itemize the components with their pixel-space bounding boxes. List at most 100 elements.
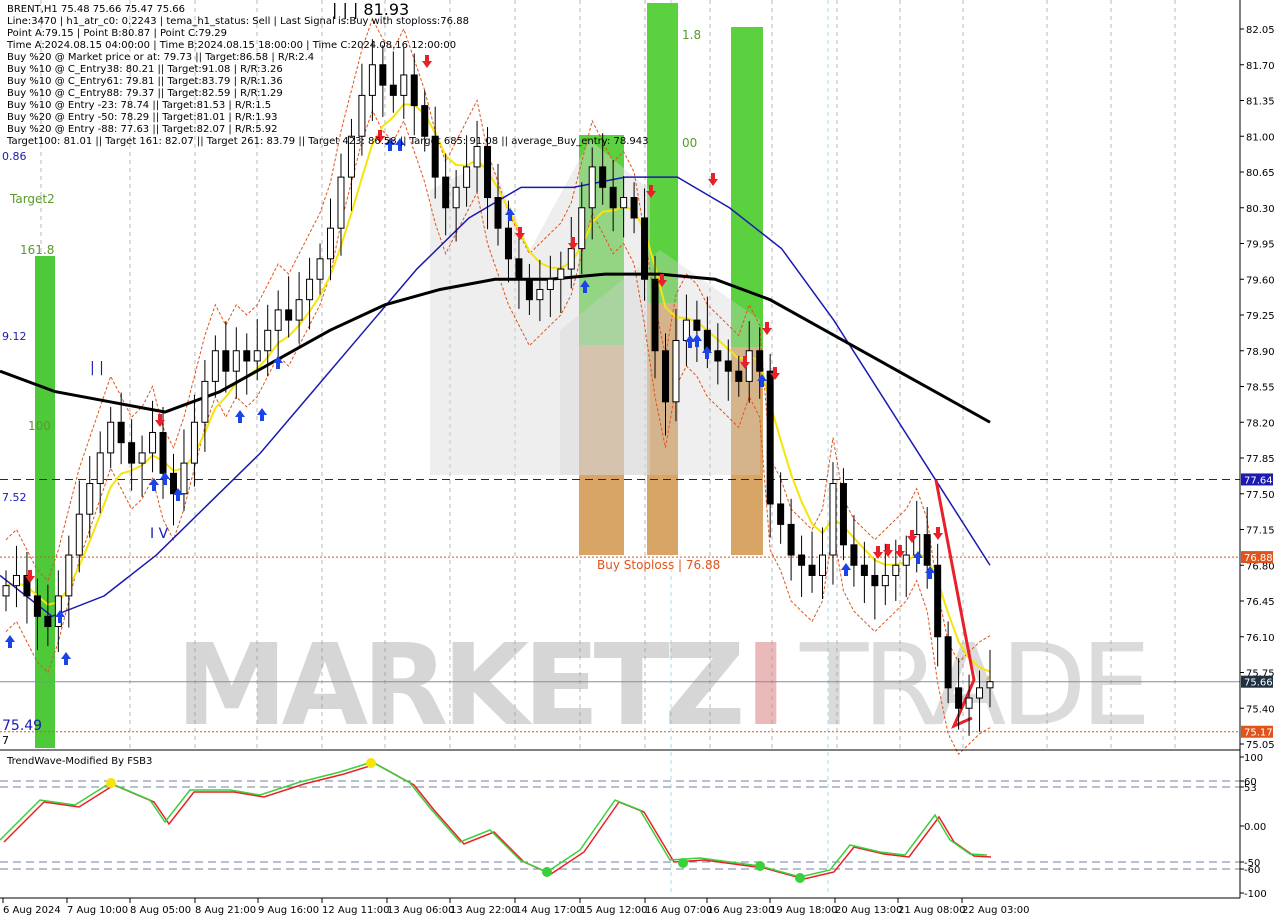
price-tick-label: 78.20 (1246, 418, 1275, 429)
candle-body[interactable] (169, 472, 177, 495)
candle-body[interactable] (494, 197, 502, 229)
candle-body[interactable] (787, 523, 795, 556)
candle-body[interactable] (557, 268, 565, 280)
candle-body[interactable] (892, 564, 900, 576)
candle-body[interactable] (745, 350, 753, 382)
candle-body[interactable] (442, 176, 450, 209)
candle-body[interactable] (661, 350, 669, 403)
price-tick-label: 80.30 (1246, 204, 1275, 215)
candle-body[interactable] (808, 564, 816, 576)
candle-body[interactable] (96, 452, 104, 485)
candle-body[interactable] (222, 350, 230, 372)
fib-label: 9.12 (2, 330, 27, 343)
candle-body[interactable] (243, 350, 251, 362)
candle-body[interactable] (264, 329, 272, 352)
candle-body[interactable] (12, 574, 20, 587)
candle-body[interactable] (881, 574, 889, 587)
time-tick-label: 16 Aug 23:00 (707, 905, 774, 916)
candle-body[interactable] (651, 278, 659, 352)
candle-body[interactable] (65, 554, 73, 597)
candle-body[interactable] (965, 697, 973, 709)
candle-body[interactable] (766, 370, 774, 505)
chart-window[interactable]: MARKETZ I TRADE | | | 81.93 | | I V Target2 16… (0, 0, 1280, 920)
candle-body[interactable] (75, 513, 83, 556)
symbol-title: BRENT,H1 75.48 75.66 75.47 75.66 (7, 4, 186, 15)
candle-body[interactable] (777, 503, 785, 525)
signal-dot-icon (366, 758, 376, 768)
candle-body[interactable] (839, 483, 847, 546)
candle-body[interactable] (724, 360, 732, 372)
candle-body[interactable] (190, 421, 198, 464)
info-line: Buy %20 @ Entry -88: 77.63 || Target:82.… (7, 124, 278, 135)
info-line: Time A:2024.08.15 04:00:00 | Time B:2024… (7, 40, 457, 51)
candle-body[interactable] (504, 227, 512, 260)
candle-body[interactable] (714, 350, 722, 362)
candle-body[interactable] (902, 554, 910, 566)
candle-body[interactable] (180, 462, 188, 495)
candle-body[interactable] (515, 258, 523, 280)
candle-body[interactable] (149, 431, 157, 454)
price-tick-label: 79.60 (1246, 275, 1275, 286)
candle-body[interactable] (484, 145, 492, 199)
candle-body[interactable] (316, 258, 324, 280)
candle-body[interactable] (934, 564, 942, 638)
candle-body[interactable] (609, 186, 617, 209)
candle-body[interactable] (2, 585, 10, 597)
candle-body[interactable] (274, 309, 282, 331)
candle-body[interactable] (850, 544, 858, 566)
candle-body[interactable] (159, 431, 167, 474)
time-tick-label: 22 Aug 03:00 (962, 905, 1029, 916)
candle-body[interactable] (986, 681, 994, 689)
candle-body[interactable] (117, 421, 125, 444)
candle-body[interactable] (232, 350, 240, 372)
candle-body[interactable] (672, 340, 680, 403)
candle-body[interactable] (944, 636, 952, 689)
candle-body[interactable] (306, 278, 314, 301)
candle-body[interactable] (327, 227, 335, 260)
time-tick-label: 16 Aug 07:00 (645, 905, 712, 916)
indicator-panel[interactable]: TrendWave-Modified By FSB3 (0, 749, 1240, 883)
candle-body[interactable] (201, 380, 209, 423)
candle-body[interactable] (138, 452, 146, 464)
candle-body[interactable] (693, 319, 701, 331)
candle-body[interactable] (536, 288, 544, 301)
time-tick-label: 7 Aug 10:00 (67, 905, 128, 916)
candle-body[interactable] (295, 299, 303, 321)
candle-body[interactable] (86, 483, 94, 515)
candle-body[interactable] (735, 370, 743, 382)
candle-body[interactable] (525, 278, 533, 301)
candle-body[interactable] (44, 615, 52, 628)
candle-body[interactable] (33, 595, 41, 617)
candle-body[interactable] (620, 197, 628, 209)
candle-body[interactable] (599, 166, 607, 188)
time-tick-label: 20 Aug 13:00 (835, 905, 902, 916)
candle-body[interactable] (253, 350, 261, 362)
candle-body[interactable] (860, 564, 868, 576)
candle-body[interactable] (473, 145, 481, 168)
candle-body[interactable] (630, 197, 638, 219)
candle-body[interactable] (578, 207, 586, 250)
candle-body[interactable] (819, 554, 827, 576)
candle-body[interactable] (285, 309, 293, 321)
candle-body[interactable] (128, 442, 136, 464)
info-line: Point A:79.15 | Point B:80.87 | Point C:… (7, 28, 227, 39)
candle-body[interactable] (829, 483, 837, 556)
candle-body[interactable] (567, 248, 575, 270)
candle-body[interactable] (107, 421, 115, 454)
indicator-name: TrendWave-Modified By FSB3 (6, 756, 152, 767)
candle-body[interactable] (871, 574, 879, 587)
candle-body[interactable] (976, 687, 984, 699)
candle-body[interactable] (463, 166, 471, 188)
time-tick-label: 14 Aug 17:00 (515, 905, 582, 916)
candle-body[interactable] (337, 176, 345, 229)
candle-body[interactable] (211, 350, 219, 382)
candle-body[interactable] (588, 166, 596, 209)
candle-body[interactable] (452, 186, 460, 209)
info-line: Buy %10 @ Entry -23: 78.74 || Target:81.… (7, 100, 272, 111)
candle-body[interactable] (641, 217, 649, 280)
candle-body[interactable] (756, 350, 764, 372)
candle-body[interactable] (546, 278, 554, 290)
candle-body[interactable] (955, 687, 963, 709)
candle-body[interactable] (923, 534, 931, 566)
candle-body[interactable] (798, 554, 806, 566)
